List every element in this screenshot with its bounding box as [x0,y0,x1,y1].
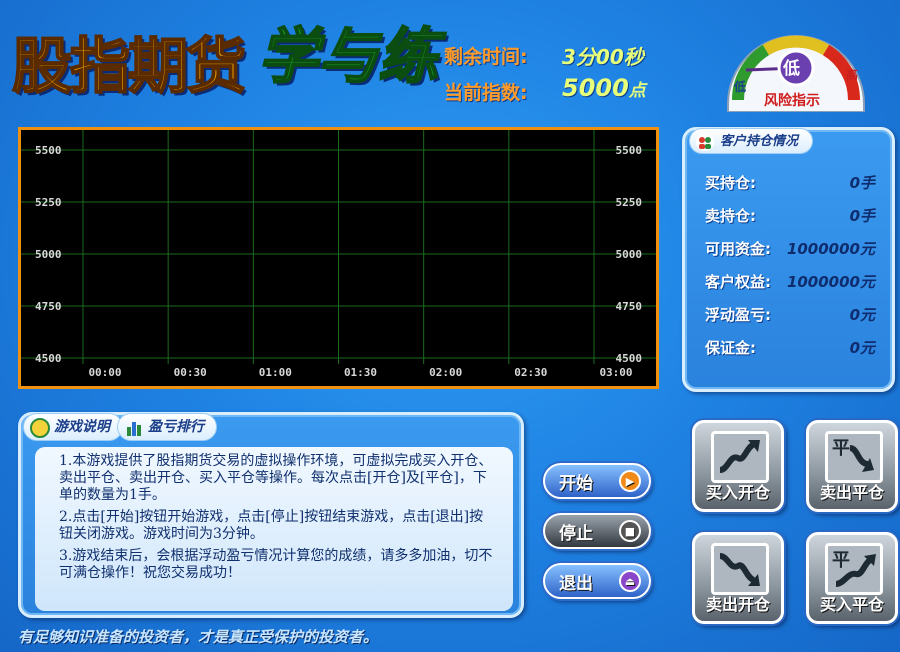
buy-position-value: 0手 [849,174,875,192]
gauge-caption: 风险指示 [764,93,820,109]
price-chart: 5500 5500 5250 5250 5000 5000 4750 4750 4500 4500… [18,127,659,389]
chart-x-tick: 00:00 [88,366,121,379]
sell-open-label: 卖出开仓 [705,595,770,614]
instructions-panel: 游戏说明 盈亏排行 1.本游戏提供了股指期货交易的虚拟操作环境，可虚拟完成买入开… [18,412,524,618]
chart-y-tick-left: 5000 [35,248,62,261]
tab-game-help-label: 游戏说明 [54,419,110,435]
gauge-low-label: 低 [734,80,747,94]
account-panel-title: 客户持仓情况 [720,134,799,149]
bar-chart-icon [124,418,144,438]
close-glyph: 平 [832,438,850,459]
stop-button-label: 停止 [559,523,593,544]
instructions-body: 1.本游戏提供了股指期货交易的虚拟操作环境，可虚拟完成买入开仓、卖出平仓、卖出开… [35,447,513,611]
close-trend-up-icon: 平 [825,543,883,595]
chart-y-tick-left: 4750 [35,300,62,313]
index-readout: 5000点 [562,74,646,102]
chart-y-tick-left: 4500 [35,352,62,365]
sell-close-button[interactable]: 平 卖出平仓 [806,420,898,512]
footer-slogan: 有足够知识准备的投资者，才是真正受保护的投资者。 [18,628,379,646]
tab-pnl-ranking[interactable]: 盈亏排行 [117,413,217,441]
chart-y-tick-right: 5250 [616,196,643,209]
floating-pnl-value: 0元 [849,306,875,324]
available-funds-label: 可用资金: [705,240,771,258]
available-funds-value: 1000000元 [786,240,875,258]
chart-x-tick: 03:00 [599,366,632,379]
equity-value: 1000000元 [786,273,875,291]
instruction-paragraph-2: 2.点击[开始]按钮开始游戏，点击[停止]按钮结束游戏，点击[退出]按钮关闭游戏… [59,509,484,542]
sell-close-label: 卖出平仓 [819,483,884,502]
account-row-margin: 保证金: 0元 [705,337,875,361]
people-icon [696,133,714,151]
sell-position-value: 0手 [849,207,875,225]
buy-close-label: 买入平仓 [819,595,884,614]
chart-y-tick-right: 5000 [616,248,643,261]
price-chart-svg: 5500 5500 5250 5250 5000 5000 4750 4750 4500 4500… [21,130,656,379]
chart-y-tick-left: 5500 [35,144,62,157]
exit-button-label: 退出 [559,573,593,594]
close-trend-down-icon: 平 [825,431,883,483]
buy-open-label: 买入开仓 [705,483,770,502]
stop-icon: ■ [619,520,641,542]
chart-x-tick: 02:30 [514,366,547,379]
time-value: 3分00秒 [562,45,644,69]
play-icon: ▶ [619,470,641,492]
sell-open-button[interactable]: 卖出开仓 [692,532,784,624]
chart-y-tick-right: 5500 [616,144,643,157]
buy-open-button[interactable]: 买入开仓 [692,420,784,512]
start-button-label: 开始 [559,473,593,494]
trend-up-icon [711,431,769,483]
account-panel-tab: 客户持仓情况 [689,128,814,154]
gauge-center-label: 低 [783,59,800,79]
stop-button[interactable]: 停止 ■ [543,513,651,549]
risk-gauge: 低 低 高 风险指示 [722,0,870,113]
account-row-equity: 客户权益: 1000000元 [705,271,875,295]
chart-x-tick: 02:00 [429,366,462,379]
buy-position-label: 买持仓: [705,174,756,192]
title-main: 股指期货 [11,31,247,103]
eject-icon: ⏏ [619,570,641,592]
instruction-paragraph-1: 1.本游戏提供了股指期货交易的虚拟操作环境，可虚拟完成买入开仓、卖出平仓、卖出开… [59,453,493,503]
margin-value: 0元 [849,339,875,357]
buy-close-button[interactable]: 平 买入平仓 [806,532,898,624]
equity-label: 客户权益: [705,273,771,291]
start-button[interactable]: 开始 ▶ [543,463,651,499]
chart-y-tick-right: 4500 [616,352,643,365]
account-row-floating-pnl: 浮动盈亏: 0元 [705,304,875,328]
title-accent: 学与练 [257,21,439,93]
margin-label: 保证金: [705,339,756,357]
chart-y-tick-left: 5250 [35,196,62,209]
time-label: 剩余时间: [444,46,528,68]
account-row-sell-position: 卖持仓: 0手 [705,205,875,229]
tab-game-help[interactable]: 游戏说明 [23,413,123,441]
chart-y-tick-right: 4750 [616,300,643,313]
sell-position-label: 卖持仓: [705,207,756,225]
index-value: 5000 [562,74,629,102]
lightbulb-icon [30,418,50,438]
index-label: 当前指数: [444,82,528,104]
close-glyph: 平 [832,550,850,571]
instruction-paragraph-3: 3.游戏结束后，会根据浮动盈亏情况计算您的成绩，请多多加油，切不可满仓操作！祝您… [59,548,493,581]
exit-button[interactable]: 退出 ⏏ [543,563,651,599]
chart-x-tick: 00:30 [174,366,207,379]
chart-x-tick: 01:30 [344,366,377,379]
instructions-tabs: 游戏说明 盈亏排行 [23,413,217,441]
tab-pnl-ranking-label: 盈亏排行 [148,419,204,435]
index-unit: 点 [628,81,646,101]
account-row-buy-position: 买持仓: 0手 [705,172,875,196]
account-panel: 客户持仓情况 买持仓: 0手 卖持仓: 0手 可用资金: 1000000元 客户… [682,127,895,392]
gauge-high-label: 高 [846,68,859,82]
account-row-available-funds: 可用资金: 1000000元 [705,238,875,262]
floating-pnl-label: 浮动盈亏: [705,306,771,324]
trend-down-icon [711,543,769,595]
chart-x-tick: 01:00 [259,366,292,379]
